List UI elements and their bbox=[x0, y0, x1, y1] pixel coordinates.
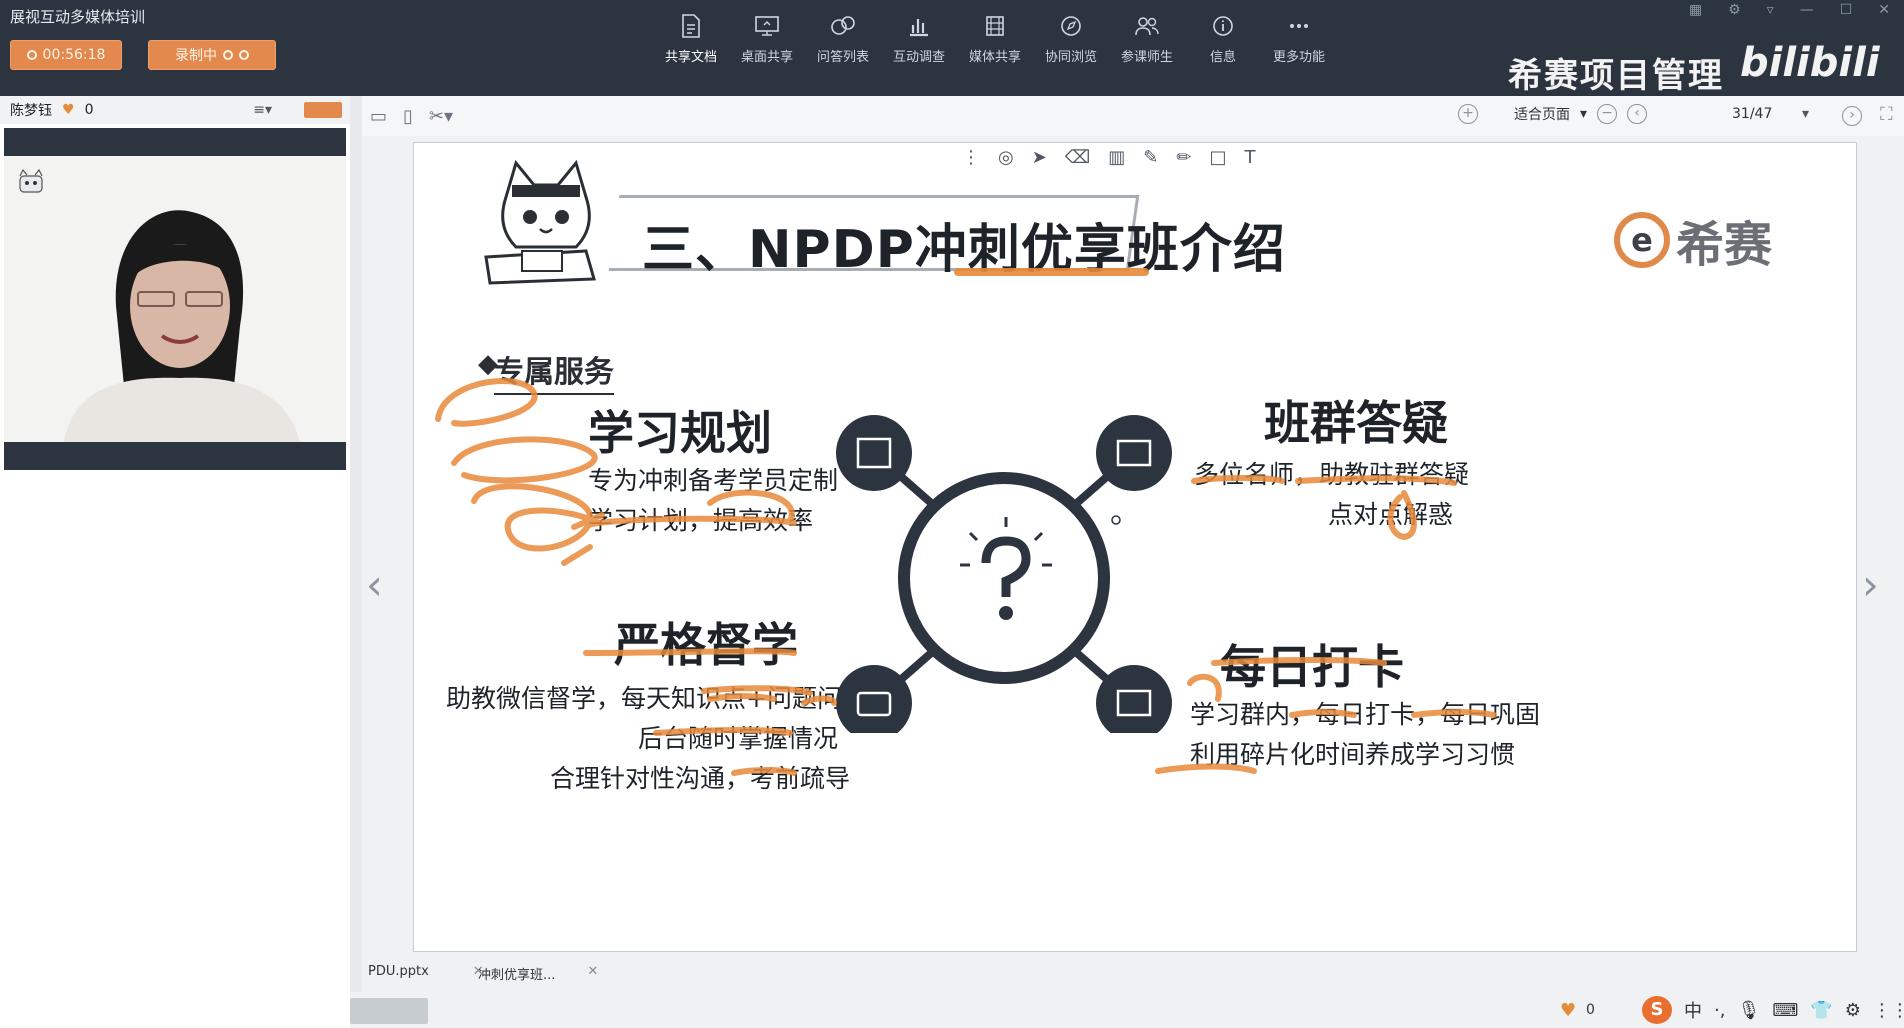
zoom-in-icon[interactable]: + bbox=[1458, 104, 1478, 124]
webcam-video bbox=[4, 156, 346, 442]
toolbox-icon[interactable]: ⚙ bbox=[1845, 1000, 1861, 1021]
ime-language[interactable]: 中 bbox=[1684, 997, 1702, 1023]
pause-icon bbox=[223, 50, 233, 60]
recording-label: 录制中 bbox=[175, 48, 217, 64]
settings-icon[interactable]: ⚙ bbox=[1728, 2, 1741, 18]
next-page-icon[interactable]: › bbox=[1842, 106, 1862, 126]
heart-icon[interactable]: ♥ bbox=[1560, 1000, 1576, 1021]
user-likes: 0 bbox=[84, 102, 94, 118]
window-controls: ▦ ⚙ ▿ — ☐ ✕ bbox=[1689, 2, 1890, 18]
microphone-icon[interactable]: 🎙 bbox=[1737, 1000, 1760, 1021]
doc-tab-active[interactable]: 冲刺优享班... ✕ bbox=[478, 964, 598, 983]
info-icon bbox=[1210, 14, 1236, 38]
layout-icon[interactable]: ▦ bbox=[1689, 2, 1702, 18]
toolbar-cobrowse[interactable]: 协同浏览 bbox=[1040, 14, 1102, 65]
video-footer-bar bbox=[4, 442, 346, 470]
toolbar-label: 问答列表 bbox=[816, 50, 869, 65]
status-button[interactable] bbox=[350, 998, 428, 1024]
toolbar-label: 更多功能 bbox=[1272, 50, 1325, 65]
survey-icon bbox=[906, 14, 932, 38]
maximize-icon[interactable]: ☐ bbox=[1840, 2, 1853, 18]
toolbar-label: 桌面共享 bbox=[740, 50, 793, 65]
bilibili-logo: bilibili bbox=[1740, 40, 1880, 86]
next-slide-arrow[interactable]: › bbox=[1862, 560, 1879, 609]
cobrowse-icon bbox=[1058, 14, 1084, 38]
toolbar-label: 共享文档 bbox=[664, 50, 717, 65]
doc-tab-label: PDU.pptx bbox=[368, 964, 429, 979]
ime-toolbar: S 中 ·, 🎙 ⌨ 👕 ⚙ ⋮⋮ bbox=[1642, 996, 1904, 1024]
brand-watermark: 希赛项目管理 bbox=[1508, 56, 1724, 96]
menu-grid-icon[interactable]: ⋮⋮ bbox=[1873, 1000, 1904, 1021]
toolbar-shared-document[interactable]: 共享文档 bbox=[660, 14, 722, 65]
toolbar-label: 参课师生 bbox=[1120, 50, 1173, 65]
video-header-bar bbox=[4, 128, 346, 156]
document-icon bbox=[678, 14, 704, 38]
more-icon bbox=[1286, 14, 1312, 38]
file-actions: ▭ ▯ ✂▾ bbox=[370, 106, 453, 127]
document-toolbar: ▭ ▯ ✂▾ + 适合页面 ▾ − ‹ 31/47 ▾ › ⛶ bbox=[362, 96, 1904, 136]
zoom-select[interactable]: 适合页面 bbox=[1514, 104, 1570, 124]
user-row: 陈梦钰 ♥ 0 bbox=[0, 96, 350, 124]
app-title: 展视互动多媒体培训 bbox=[10, 8, 146, 26]
slide: ⋮ ◎ ➤ ⌫ ▥ ✎ ✏ □ T 三、NPDP冲刺优享班介绍 e 希赛 ◆ 专… bbox=[413, 142, 1857, 952]
user-name: 陈梦钰 bbox=[10, 103, 52, 119]
sogou-ime-icon[interactable]: S bbox=[1642, 996, 1672, 1024]
annotation-layer bbox=[435, 378, 1497, 776]
toolbar-label: 互动调查 bbox=[892, 50, 945, 65]
user-badge bbox=[304, 102, 342, 118]
toolbar-label: 媒体共享 bbox=[968, 50, 1021, 65]
main-toolbar: 共享文档 桌面共享 问答列表 互动调查 媒体共享 协同浏览 参课师生 信息 更多… bbox=[660, 14, 1330, 65]
toolbar-info[interactable]: 信息 bbox=[1192, 14, 1254, 65]
top-bar: 展视互动多媒体培训 00:56:18 录制中 共享文档 桌面共享 问答列表 互动… bbox=[0, 0, 1904, 96]
open-folder-icon[interactable]: ▭ bbox=[370, 106, 387, 127]
dropdown-icon[interactable]: ▿ bbox=[1767, 2, 1774, 18]
toolbar-media-share[interactable]: 媒体共享 bbox=[964, 14, 1026, 65]
page-counter[interactable]: 31/47 bbox=[1732, 106, 1772, 122]
prev-slide-arrow[interactable]: ‹ bbox=[366, 560, 383, 609]
participants-icon bbox=[1134, 14, 1160, 38]
doc-tab[interactable]: PDU.pptx ✕ bbox=[368, 964, 484, 979]
document-tabs: PDU.pptx ✕ 冲刺优享班... ✕ bbox=[362, 956, 1904, 992]
new-file-icon[interactable]: ▯ bbox=[403, 106, 413, 127]
stop-icon bbox=[239, 50, 249, 60]
left-panel: 陈梦钰 ♥ 0 ≡▾ bbox=[0, 96, 350, 1028]
media-share-icon bbox=[982, 14, 1008, 38]
qa-list-icon bbox=[830, 14, 856, 38]
app-window: 展视互动多媒体培训 00:56:18 录制中 共享文档 桌面共享 问答列表 互动… bbox=[0, 0, 1904, 1028]
heart-icon[interactable]: ♥ bbox=[62, 102, 75, 118]
fullscreen-icon[interactable]: ⛶ bbox=[1880, 104, 1893, 125]
timer-label: 00:56:18 bbox=[42, 47, 106, 63]
cut-icon[interactable]: ✂▾ bbox=[429, 106, 453, 127]
toolbar-more[interactable]: 更多功能 bbox=[1268, 14, 1330, 65]
toolbar-desktop-share[interactable]: 桌面共享 bbox=[736, 14, 798, 65]
minimize-icon[interactable]: — bbox=[1800, 2, 1814, 18]
chevron-down-icon[interactable]: ▾ bbox=[1580, 106, 1587, 122]
toolbar-qa-list[interactable]: 问答列表 bbox=[812, 14, 874, 65]
toolbar-label: 协同浏览 bbox=[1044, 50, 1097, 65]
punctuation-icon[interactable]: ·, bbox=[1714, 1000, 1725, 1021]
status-bar: ♥ 0 S 中 ·, 🎙 ⌨ 👕 ⚙ ⋮⋮ bbox=[350, 992, 1904, 1028]
panel-splitter[interactable] bbox=[350, 96, 362, 1028]
clock-icon bbox=[26, 50, 37, 60]
timer-button[interactable]: 00:56:18 bbox=[10, 40, 122, 70]
page-dropdown-icon[interactable]: ▾ bbox=[1802, 106, 1809, 122]
mascot-icon bbox=[14, 168, 48, 202]
toolbar-label: 信息 bbox=[1209, 50, 1236, 65]
toolbar-survey[interactable]: 互动调查 bbox=[888, 14, 950, 65]
zoom-out-icon[interactable]: − bbox=[1597, 104, 1618, 124]
close-icon[interactable]: ✕ bbox=[1878, 2, 1890, 18]
desktop-share-icon bbox=[754, 14, 780, 38]
keyboard-icon[interactable]: ⌨ bbox=[1772, 1000, 1798, 1021]
skin-icon[interactable]: 👕 bbox=[1810, 1000, 1832, 1021]
menu-icon[interactable]: ≡▾ bbox=[253, 102, 272, 118]
prev-page-icon[interactable]: ‹ bbox=[1627, 104, 1648, 124]
zoom-controls: + 适合页面 ▾ − ‹ bbox=[1458, 104, 1648, 124]
toolbar-participants[interactable]: 参课师生 bbox=[1116, 14, 1178, 65]
doc-tab-label: 冲刺优享班... bbox=[478, 968, 556, 983]
likes-count: 0 bbox=[1586, 1002, 1595, 1018]
close-tab-icon[interactable]: ✕ bbox=[587, 964, 598, 983]
recording-button[interactable]: 录制中 bbox=[148, 40, 276, 70]
